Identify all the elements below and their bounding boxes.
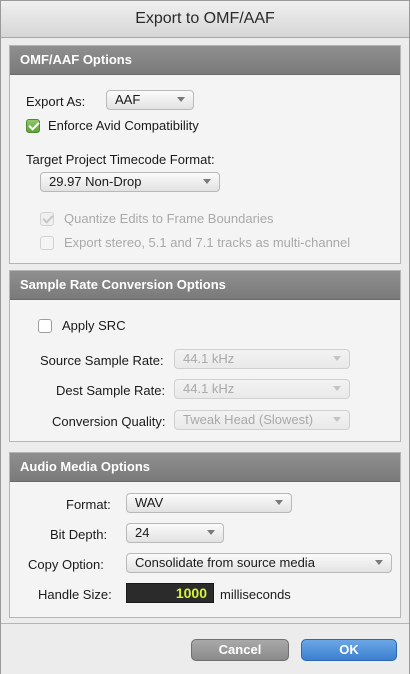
export-omf-aaf-dialog: Export to OMF/AAF OMF/AAF Options Export… <box>0 0 410 674</box>
bit-depth-label: Bit Depth: <box>50 527 108 542</box>
conversion-quality-label: Conversion Quality: <box>52 414 166 429</box>
handle-size-field[interactable]: 1000 <box>126 583 214 603</box>
format-dropdown[interactable]: WAV <box>126 493 292 513</box>
source-rate-label: Source Sample Rate: <box>40 353 164 368</box>
dest-rate-value: 44.1 kHz <box>183 381 235 396</box>
enforce-avid-label: Enforce Avid Compatibility <box>48 118 199 133</box>
copy-option-value: Consolidate from source media <box>135 555 315 570</box>
export-as-label: Export As: <box>26 94 86 109</box>
export-as-dropdown[interactable]: AAF <box>106 90 194 110</box>
enforce-avid-checkbox[interactable] <box>26 119 40 133</box>
conversion-quality-dropdown[interactable]: Tweak Head (Slowest) <box>174 410 350 430</box>
copy-option-label: Copy Option: <box>28 557 104 572</box>
handle-size-unit: milliseconds <box>220 587 291 602</box>
chevron-down-icon <box>333 386 341 391</box>
quantize-edits-label: Quantize Edits to Frame Boundaries <box>64 211 274 226</box>
source-rate-value: 44.1 kHz <box>183 351 235 366</box>
window-title: Export to OMF/AAF <box>1 1 409 38</box>
chevron-down-icon <box>275 500 283 505</box>
timecode-format-label: Target Project Timecode Format: <box>26 152 215 167</box>
quantize-edits-checkbox[interactable] <box>40 212 54 226</box>
apply-src-checkbox[interactable] <box>38 319 52 333</box>
bit-depth-dropdown[interactable]: 24 <box>126 523 224 543</box>
dialog-footer: Cancel OK <box>1 623 409 674</box>
chevron-down-icon <box>203 179 211 184</box>
audio-media-options-panel: Audio Media Options Format: WAV Bit Dept… <box>9 452 401 618</box>
timecode-format-dropdown[interactable]: 29.97 Non-Drop <box>40 172 220 192</box>
format-value: WAV <box>135 495 164 510</box>
omf-aaf-options-panel: OMF/AAF Options Export As: AAF Enforce A… <box>9 45 401 264</box>
format-label: Format: <box>66 497 111 512</box>
dest-rate-dropdown[interactable]: 44.1 kHz <box>174 379 350 399</box>
multichannel-label: Export stereo, 5.1 and 7.1 tracks as mul… <box>64 235 351 250</box>
omf-aaf-options-header: OMF/AAF Options <box>10 46 400 75</box>
src-options-panel: Sample Rate Conversion Options Apply SRC… <box>9 270 401 442</box>
handle-size-label: Handle Size: <box>38 587 112 602</box>
dest-rate-label: Dest Sample Rate: <box>56 383 166 398</box>
src-options-header: Sample Rate Conversion Options <box>10 271 400 300</box>
chevron-down-icon <box>375 560 383 565</box>
bit-depth-value: 24 <box>135 525 150 540</box>
cancel-button[interactable]: Cancel <box>191 639 289 661</box>
copy-option-dropdown[interactable]: Consolidate from source media <box>126 553 392 573</box>
conversion-quality-value: Tweak Head (Slowest) <box>183 412 314 427</box>
audio-media-options-header: Audio Media Options <box>10 453 400 482</box>
multichannel-checkbox[interactable] <box>40 236 54 250</box>
chevron-down-icon <box>333 417 341 422</box>
source-rate-dropdown[interactable]: 44.1 kHz <box>174 349 350 369</box>
timecode-format-value: 29.97 Non-Drop <box>49 174 142 189</box>
apply-src-label: Apply SRC <box>62 318 126 333</box>
chevron-down-icon <box>207 530 215 535</box>
chevron-down-icon <box>333 356 341 361</box>
ok-button[interactable]: OK <box>301 639 397 661</box>
chevron-down-icon <box>177 97 185 102</box>
export-as-value: AAF <box>115 92 141 107</box>
